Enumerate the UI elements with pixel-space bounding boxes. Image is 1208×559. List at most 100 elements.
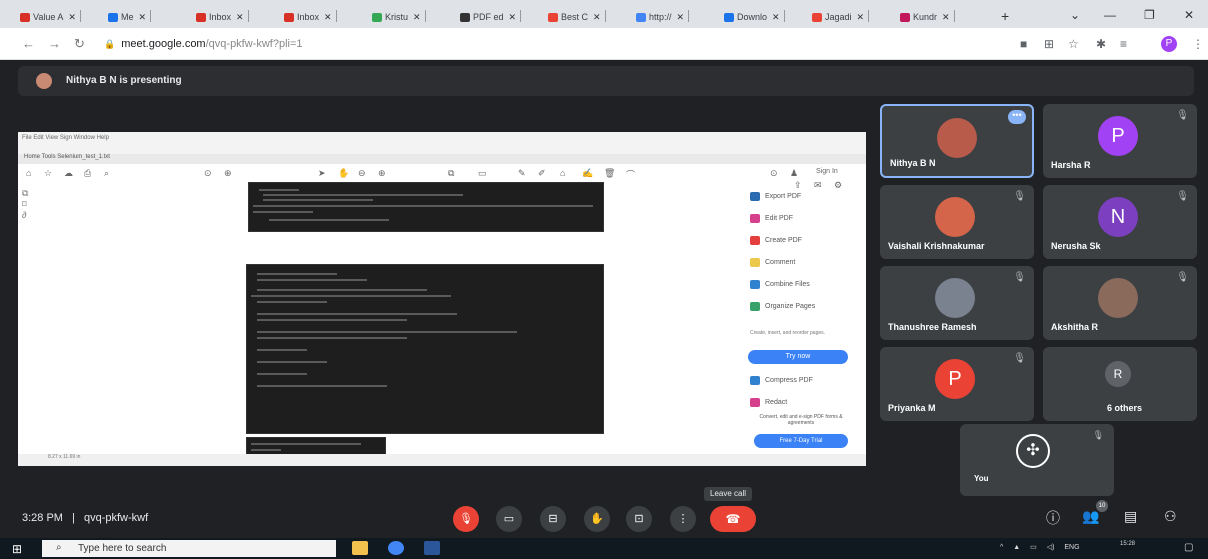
more-options-button[interactable]: ⋮ (670, 506, 696, 532)
browser-tab[interactable]: Jagadi ✕ (812, 8, 870, 26)
comment2-icon: ✎ (518, 168, 526, 178)
participant-tile[interactable]: 🎙 Vaishali Krishnakumar (880, 185, 1034, 259)
chrome-icon[interactable] (388, 541, 404, 555)
tab-favicon-icon (108, 12, 118, 22)
activities-icon[interactable]: ⚇ (1164, 508, 1177, 525)
browser-tab[interactable]: http:// ✕ (636, 8, 690, 26)
participant-tile[interactable]: 🎙 Thanushree Ramesh (880, 266, 1034, 340)
captions-button[interactable]: ⊟ (540, 506, 566, 532)
leave-call-button[interactable]: ☎ (710, 506, 756, 532)
tab-close-icon[interactable]: ✕ (324, 12, 332, 23)
tray-clock[interactable]: 15:28 (1120, 540, 1135, 548)
mic-toggle-button[interactable]: 🎙 (453, 506, 479, 532)
promo-text: Create, insert, and reorder pages. (750, 330, 826, 336)
volume-icon[interactable]: ◁) (1047, 544, 1055, 551)
pdf-tool-label: Compress PDF (765, 377, 813, 384)
info-separator: | (72, 512, 75, 524)
minimize-icon[interactable]: — (1104, 8, 1116, 22)
browser-tab[interactable]: Kundr ✕ (900, 8, 955, 26)
raise-hand-button[interactable]: ✋ (584, 506, 610, 532)
help-icon: ⊙ (770, 168, 778, 178)
participant-tile[interactable]: R 6 others (1043, 347, 1197, 421)
participant-tile[interactable]: N 🎙 Nerusha Sk (1043, 185, 1197, 259)
participant-tile[interactable]: P 🎙 Harsha R (1043, 104, 1197, 178)
present-button[interactable]: ⊡ (626, 506, 652, 532)
browser-tab[interactable]: Best C ✕ (548, 8, 606, 26)
camera-toggle-button[interactable]: ▭ (496, 506, 522, 532)
extensions-icon[interactable]: ✱ (1096, 37, 1106, 51)
info-icon[interactable]: ⓘ (1046, 508, 1060, 528)
mic-off-icon: 🎙 (1176, 110, 1189, 121)
url-field[interactable]: 🔒 meet.google.com/qvq-pkfw-kwf?pli=1 (104, 38, 303, 50)
word-icon[interactable] (424, 541, 440, 555)
browser-tab[interactable]: Inbox ✕ (284, 8, 337, 26)
leave-call-tooltip: Leave call (704, 487, 753, 501)
shared-tab-bar: Home Tools Selenium_test_1.txt (18, 154, 866, 164)
tab-search-icon[interactable]: ⌄ (1070, 8, 1080, 22)
maximize-icon[interactable]: ❐ (1144, 8, 1155, 22)
forward-icon[interactable]: → (48, 36, 61, 51)
notifications-icon[interactable]: ▢ (1184, 542, 1193, 553)
tab-close-icon[interactable]: ✕ (677, 12, 685, 23)
more-tools-icon: ⌒ (626, 170, 636, 180)
more-options-icon[interactable]: ••• (1008, 110, 1026, 124)
network-icon[interactable]: ▲ (1013, 544, 1020, 551)
taskbar-search-input[interactable]: ⌕ Type here to search (42, 540, 336, 557)
battery-icon[interactable]: ▭ (1030, 544, 1037, 551)
tab-close-icon[interactable]: ✕ (413, 12, 421, 23)
browser-tab[interactable]: Value A ✕ (20, 8, 81, 26)
tab-close-icon[interactable]: ✕ (772, 12, 780, 23)
close-icon[interactable]: ✕ (1184, 8, 1194, 22)
tab-close-icon[interactable]: ✕ (857, 12, 865, 23)
participant-tile[interactable]: P 🎙 Priyanka M (880, 347, 1034, 421)
people-icon[interactable]: 👥 (1082, 508, 1099, 525)
chat-icon[interactable]: ▤ (1124, 508, 1137, 525)
meeting-code: qvq-pkfw-kwf (83, 512, 149, 524)
participant-tile[interactable]: ••• Nithya B N (880, 104, 1034, 178)
convert-text: Convert, edit and e-sign PDF forms & agr… (759, 414, 843, 426)
tab-label: Value A (33, 12, 64, 22)
windows-start-icon[interactable]: ⊞ (12, 542, 22, 556)
bookmark-star-icon[interactable]: ☆ (1068, 37, 1079, 51)
tab-close-icon[interactable]: ✕ (593, 12, 601, 23)
back-icon[interactable]: ← (22, 36, 35, 51)
print-icon: ⎙ (84, 168, 92, 178)
browser-tab[interactable]: Me ✕ (108, 8, 152, 26)
browser-tab[interactable]: Downlo ✕ (724, 8, 785, 26)
reading-list-icon[interactable]: ≡ (1120, 37, 1127, 51)
pdf-tool-item: Create PDF (750, 236, 802, 245)
participant-tile[interactable]: 🎙 Akshitha R (1043, 266, 1197, 340)
zoom-icon: ⌕ (104, 168, 110, 178)
tray-arrow-icon[interactable]: ^ (1000, 544, 1003, 551)
system-tray: ^ ▲ ▭ ◁) ENG (1000, 543, 1080, 551)
tab-close-icon[interactable]: ✕ (509, 12, 517, 23)
meet-stage: Nithya B N is presenting File Edit View … (0, 60, 1208, 538)
reload-icon[interactable]: ↻ (74, 36, 85, 52)
browser-tab[interactable]: Inbox ✕ (196, 8, 249, 26)
tab-label: Inbox (297, 12, 320, 22)
participant-avatar (935, 197, 975, 237)
pdf-tool-item: Edit PDF (750, 214, 793, 223)
browser-tab[interactable]: Kristu ✕ (372, 8, 426, 26)
mic-off-icon: 🎙 (1176, 272, 1189, 283)
presenting-banner: Nithya B N is presenting (18, 66, 1194, 96)
home-icon: ⌂ (26, 168, 32, 178)
tab-close-icon[interactable]: ✕ (68, 12, 76, 23)
search-icon: ⌕ (56, 542, 62, 553)
share-icon[interactable]: ⊞ (1044, 37, 1054, 51)
tab-close-icon[interactable]: ✕ (942, 12, 950, 23)
browser-tab[interactable]: PDF ed ✕ (460, 8, 522, 26)
trash-icon: 🗑 (604, 168, 616, 178)
profile-avatar[interactable]: P (1161, 36, 1177, 52)
browser-tab-bar: Value A ✕ Me ✕ Inbox ✕ Inbox ✕ Kristu ✕ PDF ed ✕ Bes… (0, 0, 1208, 28)
new-tab-button[interactable]: + (1001, 8, 1009, 24)
file-explorer-icon[interactable] (352, 541, 368, 555)
self-view-tile[interactable]: 🎙 ✣ You (960, 424, 1114, 496)
tab-close-icon[interactable]: ✕ (236, 12, 244, 23)
menu-icon[interactable]: ⋮ (1192, 37, 1204, 51)
participant-avatar: R (1105, 361, 1131, 387)
camera-ext-icon[interactable]: ■ (1020, 37, 1027, 51)
search-placeholder: Type here to search (78, 543, 167, 554)
tab-close-icon[interactable]: ✕ (139, 12, 147, 23)
tray-language[interactable]: ENG (1064, 544, 1079, 551)
